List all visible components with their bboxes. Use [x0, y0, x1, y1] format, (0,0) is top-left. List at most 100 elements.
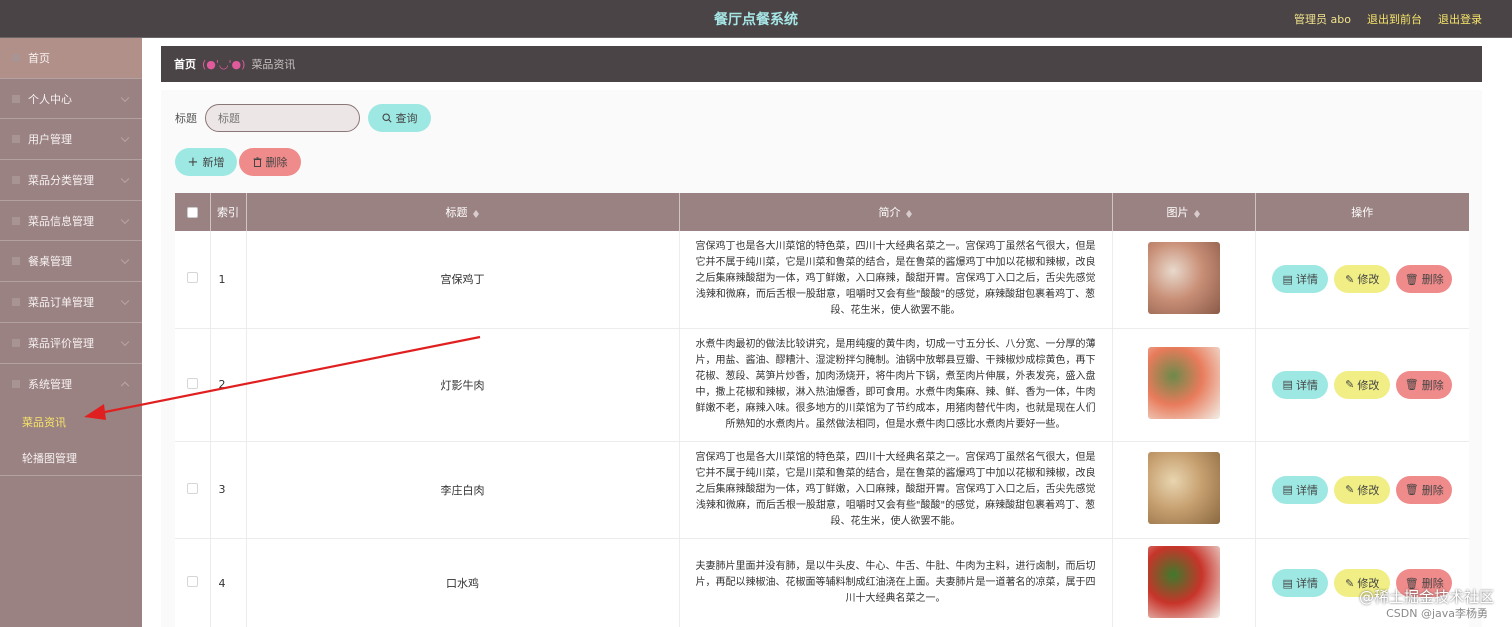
- row-title: 灯影牛肉: [246, 328, 680, 442]
- row-image-cell: [1112, 328, 1256, 442]
- chevron-down-icon: [120, 133, 130, 143]
- detail-button[interactable]: ▤ 详情: [1272, 265, 1329, 294]
- table-row: 1 宫保鸡丁 宫保鸡丁也是各大川菜馆的特色菜，四川十大经典名菜之一。宫保鸡丁虽然…: [175, 231, 1469, 329]
- row-ops: ▤ 详情 ✎ 修改 🗑 删除: [1255, 231, 1469, 329]
- header-image-label: 图片: [1166, 206, 1189, 219]
- edit-button-label: 修改: [1357, 378, 1380, 392]
- sidebar-item-label: 餐桌管理: [28, 255, 72, 269]
- detail-button-label: 详情: [1295, 577, 1318, 590]
- breadcrumb-current: 菜品资讯: [251, 58, 296, 71]
- delete-button[interactable]: 🗑 删除: [1396, 475, 1453, 504]
- sidebar-subitem-dish-news[interactable]: 菜品资讯: [0, 404, 142, 440]
- select-all-checkbox[interactable]: [186, 207, 198, 218]
- header-ops: 操作: [1255, 193, 1469, 231]
- sidebar-item-label: 首页: [28, 51, 50, 65]
- header-title[interactable]: 标题: [246, 193, 680, 231]
- row-ops: ▤ 详情 ✎ 修改 🗑 删除: [1255, 441, 1469, 539]
- sidebar-item-orders[interactable]: 菜品订单管理: [0, 282, 142, 323]
- batch-delete-label: 删除: [265, 156, 288, 169]
- trash-icon: [253, 157, 261, 167]
- top-bar: 餐厅点餐系统 管理员 abo 退出到前台 退出登录: [0, 0, 1512, 38]
- trash-icon: 🗑: [1404, 378, 1419, 391]
- row-checkbox[interactable]: [186, 482, 198, 494]
- detail-button-label: 详情: [1295, 273, 1318, 287]
- search-button[interactable]: 查询: [368, 104, 431, 132]
- row-title: 口水鸡: [246, 538, 680, 627]
- sidebar-item-label: 个人中心: [28, 92, 72, 106]
- table-body: 1 宫保鸡丁 宫保鸡丁也是各大川菜馆的特色菜，四川十大经典名菜之一。宫保鸡丁虽然…: [175, 231, 1469, 627]
- row-index: 2: [210, 328, 247, 442]
- row-image-cell: [1112, 231, 1256, 329]
- pencil-icon: ✎: [1345, 483, 1355, 496]
- pencil-icon: ✎: [1345, 378, 1355, 391]
- detail-button[interactable]: ▤ 详情: [1272, 475, 1329, 504]
- row-summary: 宫保鸡丁也是各大川菜馆的特色菜，四川十大经典名菜之一。宫保鸡丁虽然名气很大，但是…: [679, 231, 1113, 329]
- row-checkbox[interactable]: [186, 576, 198, 587]
- delete-button[interactable]: 🗑 删除: [1396, 265, 1453, 294]
- menu-icon: [12, 94, 20, 103]
- menu-icon: [12, 53, 20, 62]
- row-checkbox[interactable]: [186, 377, 198, 389]
- document-icon: ▤: [1282, 576, 1293, 590]
- edit-button[interactable]: ✎ 修改: [1334, 265, 1391, 294]
- dish-thumbnail[interactable]: [1147, 452, 1220, 524]
- sidebar-item-home[interactable]: 首页: [0, 38, 142, 79]
- table-header-row: 索引 标题 简介 图片 操作: [175, 193, 1469, 231]
- sidebar-subitem-carousel[interactable]: 轮播图管理: [0, 440, 142, 477]
- dish-thumbnail[interactable]: [1147, 347, 1220, 419]
- logout-link[interactable]: 退出登录: [1438, 11, 1482, 27]
- document-icon: ▤: [1282, 272, 1293, 286]
- breadcrumb-home[interactable]: 首页: [174, 56, 196, 72]
- trash-icon: 🗑: [1404, 483, 1419, 496]
- header-title-label: 标题: [445, 206, 468, 219]
- sidebar-item-tables[interactable]: 餐桌管理: [0, 241, 142, 283]
- row-title: 宫保鸡丁: [246, 231, 680, 329]
- sidebar-item-label: 菜品评价管理: [28, 336, 94, 350]
- dish-thumbnail[interactable]: [1147, 545, 1220, 618]
- sidebar-item-system[interactable]: 系统管理: [0, 364, 142, 405]
- menu-icon: [12, 338, 20, 347]
- sidebar-item-dish-info[interactable]: 菜品信息管理: [0, 201, 142, 242]
- dish-thumbnail[interactable]: [1147, 241, 1220, 314]
- edit-button[interactable]: ✎ 修改: [1334, 475, 1391, 504]
- sidebar-item-reviews[interactable]: 菜品评价管理: [0, 323, 142, 364]
- batch-delete-button[interactable]: 删除: [239, 148, 301, 176]
- table-row: 2 灯影牛肉 水煮牛肉最初的做法比较讲究，是用纯瘦的黄牛肉，切成一寸五分长、八分…: [175, 328, 1469, 442]
- search-input[interactable]: [205, 104, 360, 132]
- row-index: 3: [210, 441, 247, 539]
- edit-button[interactable]: ✎ 修改: [1334, 370, 1391, 399]
- menu-icon: [12, 135, 20, 144]
- sidebar-item-users[interactable]: 用户管理: [0, 119, 142, 161]
- delete-button-label: 删除: [1421, 378, 1444, 392]
- sidebar-item-profile[interactable]: 个人中心: [0, 79, 142, 120]
- detail-button-label: 详情: [1295, 483, 1318, 497]
- document-icon: ▤: [1282, 483, 1293, 496]
- detail-button[interactable]: ▤ 详情: [1272, 569, 1329, 597]
- sidebar-item-label: 用户管理: [28, 133, 72, 147]
- search-label: 标题: [175, 112, 197, 125]
- row-checkbox-cell: [175, 231, 211, 329]
- row-summary: 宫保鸡丁也是各大川菜馆的特色菜，四川十大经典名菜之一。宫保鸡丁虽然名气很大，但是…: [679, 441, 1113, 539]
- delete-button[interactable]: 🗑 删除: [1396, 370, 1453, 399]
- sidebar: 首页 个人中心 用户管理 菜品分类管理 菜品信息管理 餐桌管理 菜品订单管理 菜…: [0, 38, 142, 627]
- exit-to-front-link[interactable]: 退出到前台: [1367, 11, 1422, 27]
- menu-icon: [12, 257, 20, 266]
- row-title: 李庄白肉: [246, 441, 680, 539]
- sort-icon: [905, 207, 913, 219]
- menu-icon: [12, 297, 20, 306]
- edit-button-label: 修改: [1357, 273, 1380, 287]
- breadcrumb-separator: (●'◡'●): [202, 57, 246, 71]
- delete-button-label: 删除: [1421, 483, 1444, 497]
- chevron-down-icon: [120, 174, 130, 183]
- header-summary[interactable]: 简介: [679, 193, 1113, 231]
- plus-icon: +: [187, 154, 199, 170]
- header-image[interactable]: 图片: [1112, 193, 1256, 231]
- row-checkbox-cell: [175, 441, 211, 539]
- row-checkbox[interactable]: [186, 272, 198, 284]
- delete-button-label: 删除: [1421, 273, 1444, 287]
- data-table: 索引 标题 简介 图片 操作 1 宫保鸡丁 宫保鸡丁也是各大川菜馆的特色菜，四川…: [175, 193, 1469, 627]
- add-button[interactable]: + 新增: [175, 148, 237, 176]
- detail-button[interactable]: ▤ 详情: [1272, 370, 1329, 399]
- sidebar-item-dish-category[interactable]: 菜品分类管理: [0, 160, 142, 201]
- edit-button-label: 修改: [1357, 483, 1380, 497]
